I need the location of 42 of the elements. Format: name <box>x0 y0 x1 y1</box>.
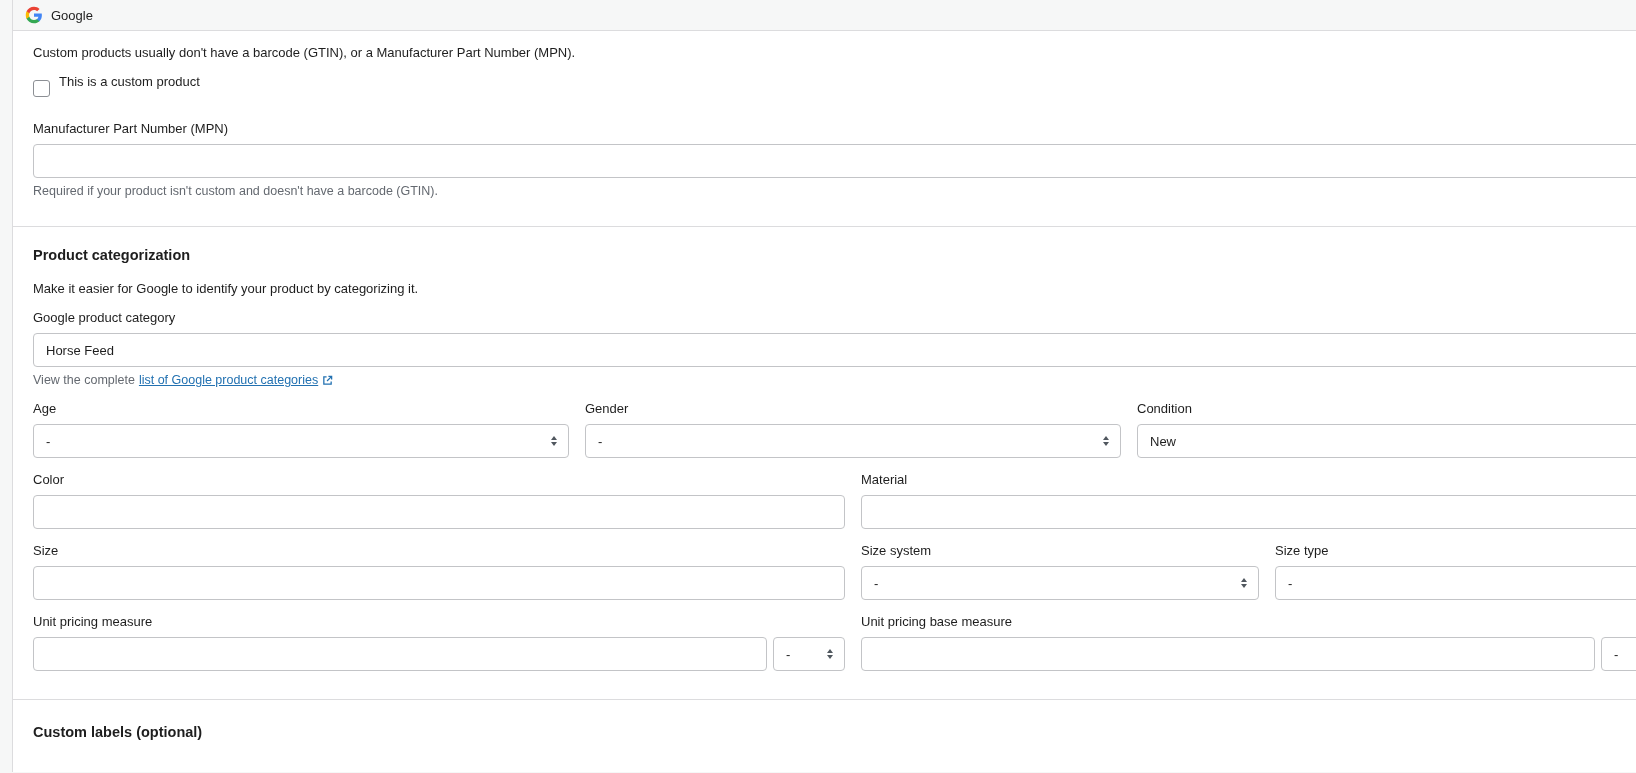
mpn-help-text: Required if your product isn't custom and doesn't have a barcode (GTIN). <box>33 184 439 198</box>
mpn-label: Manufacturer Part Number (MPN) <box>33 121 230 136</box>
text-input[interactable] <box>33 566 845 600</box>
select-field[interactable]: - <box>33 424 569 458</box>
section-heading: Custom labels (optional) <box>33 724 204 740</box>
text-input[interactable] <box>861 637 1595 671</box>
custom-product-note: Custom products usually don't have a barcode (GTIN), or a Manufacturer Part Number (MPN). <box>33 45 577 60</box>
field-label: Unit pricing measure <box>33 614 154 629</box>
text-input[interactable] <box>33 637 767 671</box>
custom-product-label: This is a custom product <box>59 74 200 89</box>
field-label: Gender <box>585 401 630 416</box>
field-label: Unit pricing base measure <box>861 614 1014 629</box>
select-field[interactable]: - <box>861 566 1259 600</box>
field-label: Condition <box>1137 401 1193 416</box>
text-input[interactable] <box>33 495 845 529</box>
field-label: Size <box>33 543 60 558</box>
unit-select[interactable]: - <box>773 637 845 671</box>
custom-product-checkbox[interactable] <box>33 80 50 97</box>
sort-caret-icon <box>826 648 834 660</box>
category-input[interactable]: Horse Feed <box>33 333 1636 367</box>
google-logo-icon <box>25 6 43 24</box>
select-field[interactable]: - <box>585 424 1121 458</box>
unit-select[interactable]: - <box>1601 637 1636 671</box>
category-label: Google product category <box>33 310 177 325</box>
help-text: View the complete <box>33 373 135 387</box>
field-label: Color <box>33 472 66 487</box>
field-label: Age <box>33 401 58 416</box>
text-input[interactable] <box>861 495 1636 529</box>
mpn-input[interactable] <box>33 144 1636 178</box>
panel-title: Google <box>51 7 93 23</box>
field-label: Size type <box>1275 543 1330 558</box>
section-description: Make it easier for Google to identify your product by categorizing it. <box>33 281 420 296</box>
select-field[interactable]: - <box>1275 566 1636 600</box>
external-link-icon <box>322 374 334 386</box>
sort-caret-icon <box>1240 577 1248 589</box>
sort-caret-icon <box>1102 435 1110 447</box>
select-field[interactable]: New <box>1137 424 1636 458</box>
categories-link[interactable]: list of Google product categories <box>138 373 319 387</box>
section-heading: Product categorization <box>33 247 192 263</box>
field-label: Material <box>861 472 909 487</box>
sort-caret-icon <box>550 435 558 447</box>
field-label: Size system <box>861 543 933 558</box>
